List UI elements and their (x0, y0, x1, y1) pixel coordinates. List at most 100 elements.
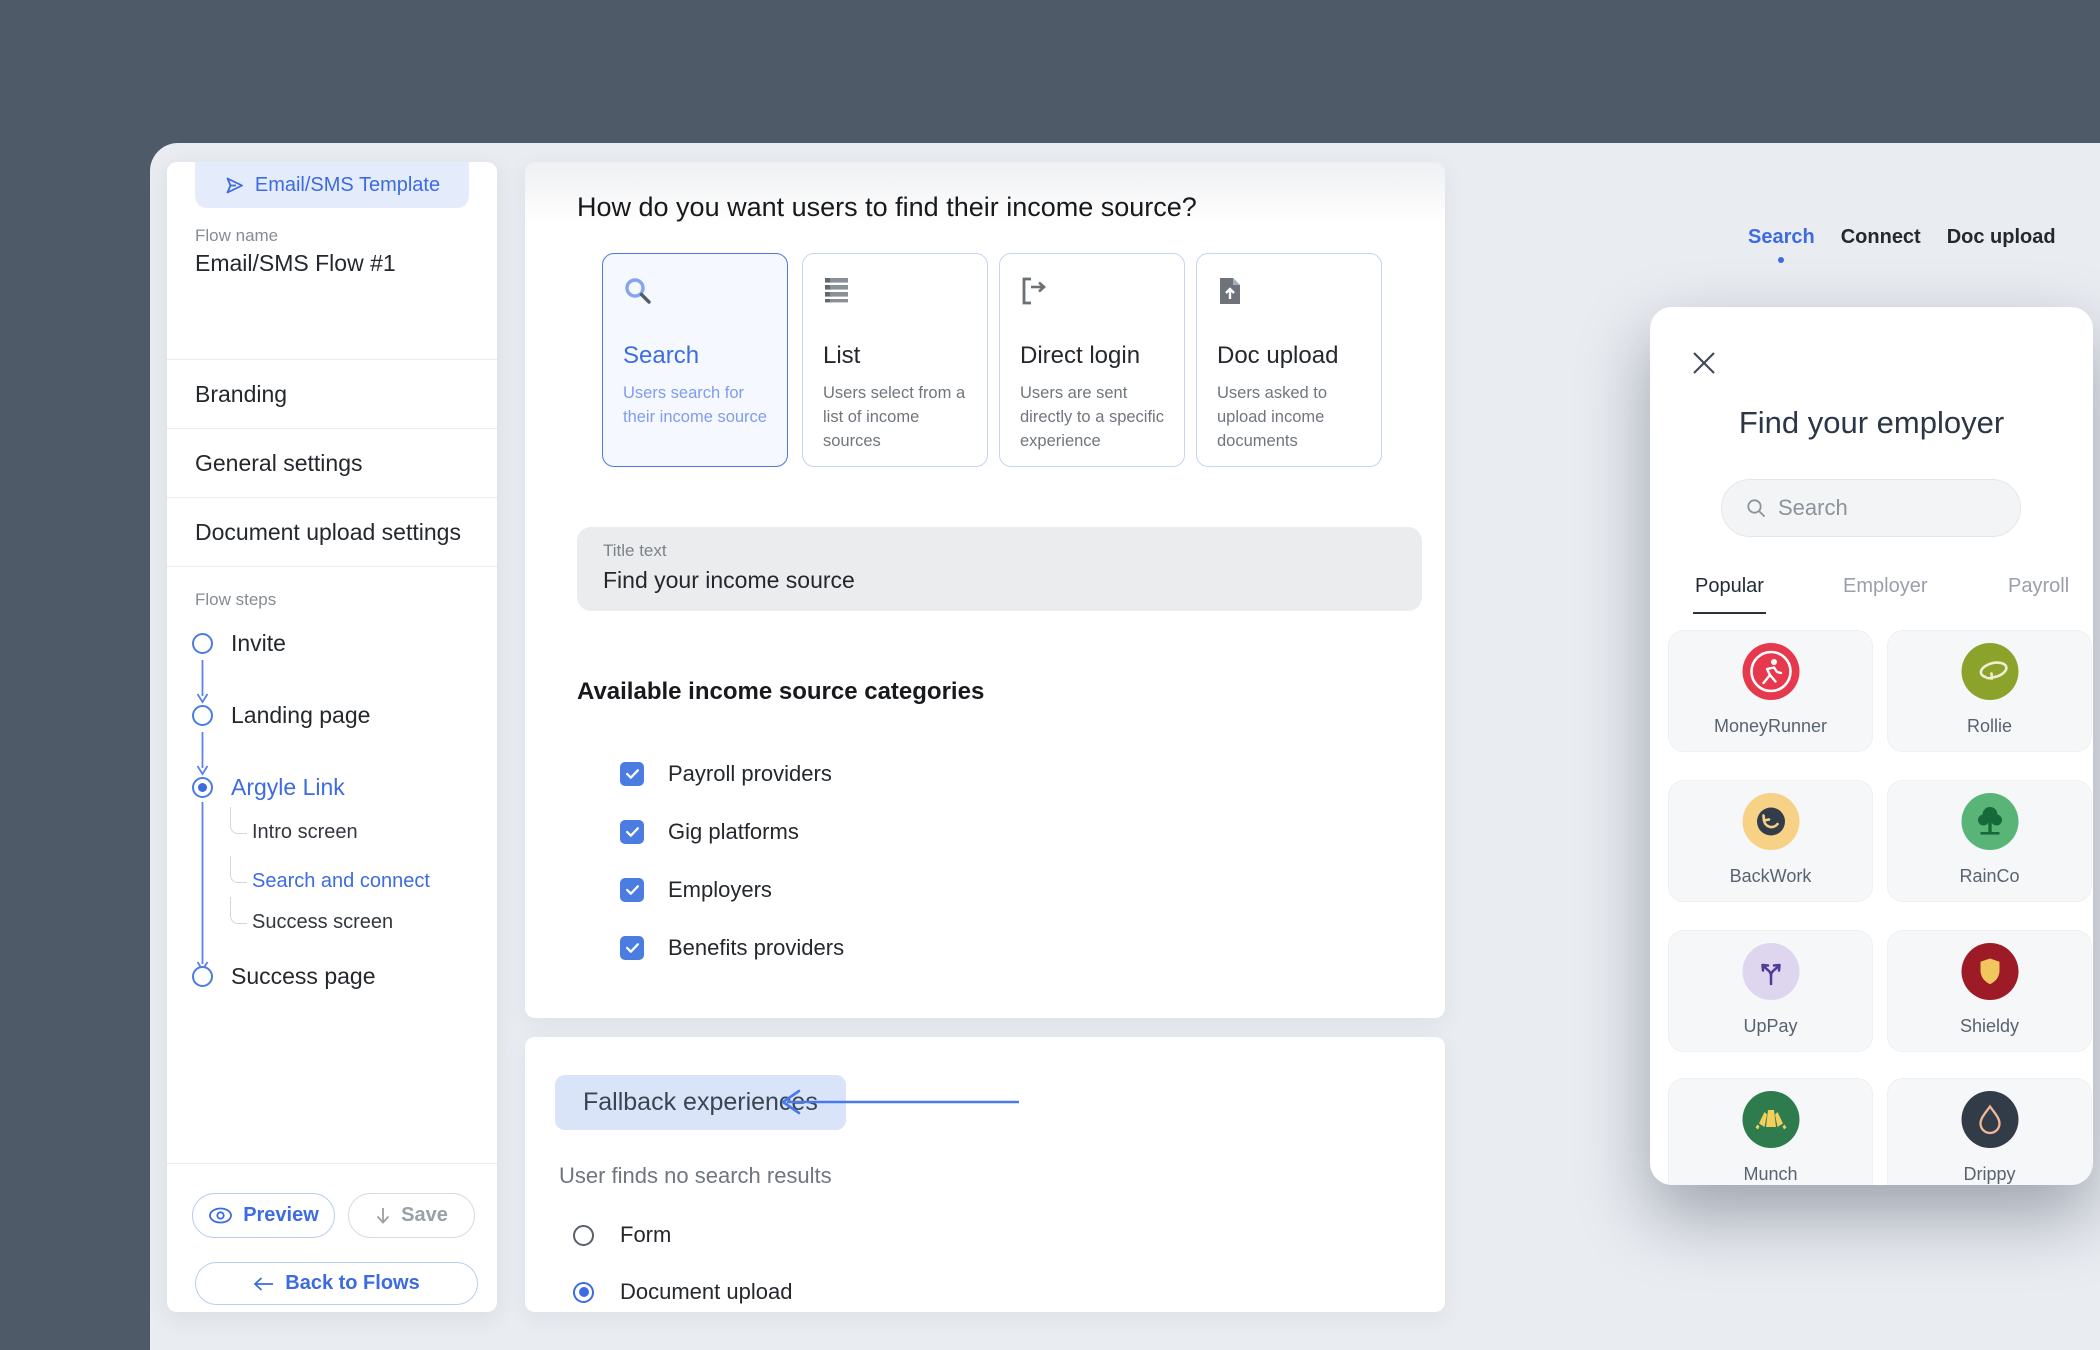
checkbox-payroll-providers[interactable]: Payroll providers (620, 761, 832, 787)
checkbox-employers[interactable]: Employers (620, 877, 772, 903)
radio-unselected-icon (573, 1224, 594, 1246)
template-button-label: Email/SMS Template (254, 173, 441, 196)
flow-arrow-icon (196, 732, 209, 776)
panel-tab-popular[interactable]: Popular (1693, 575, 1766, 614)
send-icon (226, 177, 243, 193)
tab-search[interactable]: Search (1748, 226, 1815, 249)
fallback-card: Fallback experiences User finds no searc… (525, 1037, 1445, 1312)
menu-label: Branding (195, 380, 288, 407)
email-sms-template-button[interactable]: Email/SMS Template (195, 162, 469, 208)
option-card-doc-upload[interactable]: Doc upload Users asked to upload income … (1196, 253, 1382, 467)
checkbox-label: Payroll providers (668, 761, 832, 786)
checkbox-checked-icon (620, 936, 644, 960)
flow-step-success-page[interactable]: Success page (192, 963, 375, 990)
step-circle-icon (192, 966, 213, 987)
employer-name: BackWork (1729, 866, 1812, 886)
employer-tile-rollie[interactable]: Rollie (1887, 630, 2092, 752)
rollie-logo-icon (1961, 643, 2018, 700)
employer-tile-rainco[interactable]: RainCo (1887, 780, 2092, 902)
panel-title: Find your employer (1738, 405, 2005, 440)
flow-step-landing-page[interactable]: Landing page (192, 702, 370, 729)
option-card-direct-login[interactable]: Direct login Users are sent directly to … (999, 253, 1185, 467)
search-icon (1747, 499, 1765, 517)
doc-upload-icon (1220, 278, 1240, 304)
step-radio-selected-icon (192, 777, 213, 798)
step-label: Argyle Link (231, 774, 345, 800)
search-icon (625, 278, 651, 304)
flow-step-argyle-link[interactable]: Argyle Link (192, 774, 345, 801)
flow-name-value: Email/SMS Flow #1 (195, 250, 396, 276)
fallback-subtitle: User finds no search results (559, 1163, 832, 1188)
tab-doc-upload[interactable]: Doc upload (1947, 226, 2056, 249)
step-circle-icon (192, 705, 213, 726)
sidebar: Email/SMS Template Flow name Email/SMS F… (167, 162, 497, 1312)
divider (167, 1163, 497, 1164)
checkbox-benefits-providers[interactable]: Benefits providers (620, 935, 844, 961)
option-description: Users are sent directly to a specific ex… (1020, 384, 1164, 450)
employer-tile-shieldy[interactable]: Shieldy (1887, 930, 2092, 1052)
option-card-list[interactable]: List Users select from a list of income … (802, 253, 988, 467)
app-window: Email/SMS Template Flow name Email/SMS F… (150, 143, 2100, 1350)
title-text-value: Find your income source (603, 567, 855, 593)
employer-name: RainCo (1959, 866, 2020, 886)
employer-search-input[interactable]: Search (1721, 479, 2021, 537)
step-label: Invite (231, 630, 286, 656)
panel-tab-payroll[interactable]: Payroll (2008, 575, 2069, 598)
substep-intro-screen[interactable]: Intro screen (230, 807, 358, 844)
employer-tile-munch[interactable]: Munch (1668, 1078, 1873, 1185)
checkbox-gig-platforms[interactable]: Gig platforms (620, 819, 799, 845)
categories-heading: Available income source categories (577, 678, 985, 705)
list-icon (825, 278, 848, 303)
option-title: Search (623, 342, 700, 369)
eye-icon (209, 1207, 233, 1224)
flow-steps-label: Flow steps (195, 590, 277, 609)
menu-label: Document upload settings (195, 518, 461, 545)
title-text-field[interactable]: Title text Find your income source (577, 527, 1422, 611)
divider (167, 566, 497, 567)
radio-form[interactable]: Form (573, 1222, 671, 1248)
sidebar-item-document-upload-settings[interactable]: Document upload settings (167, 498, 497, 566)
checkbox-checked-icon (620, 820, 644, 844)
substep-label: Search and connect (252, 870, 430, 892)
download-arrow-icon (376, 1207, 390, 1224)
flow-step-invite[interactable]: Invite (192, 630, 286, 657)
employer-tile-backwork[interactable]: BackWork (1668, 780, 1873, 902)
tab-connect[interactable]: Connect (1841, 226, 1921, 249)
arrow-left-icon (253, 1276, 274, 1291)
sidebar-item-general-settings[interactable]: General settings (167, 429, 497, 497)
employer-search-panel: Find your employer Search Popular Employ… (1650, 307, 2093, 1185)
annotation-arrow-icon (781, 1089, 1019, 1115)
substep-label: Intro screen (252, 821, 358, 843)
option-description: Users search for their income source (623, 384, 767, 426)
search-placeholder: Search (1778, 495, 1848, 520)
employer-tile-uppay[interactable]: UpPay (1668, 930, 1873, 1052)
save-button-label: Save (401, 1204, 448, 1226)
radio-selected-icon (573, 1281, 594, 1303)
substep-success-screen[interactable]: Success screen (229, 897, 393, 934)
radio-document-upload[interactable]: Document upload (573, 1279, 792, 1305)
step-label: Success page (231, 963, 376, 989)
back-to-flows-button[interactable]: Back to Flows (195, 1262, 478, 1305)
step-circle-icon (192, 633, 213, 654)
preview-tabs: Search Connect Doc upload (1748, 226, 2056, 249)
substep-search-and-connect[interactable]: Search and connect (230, 856, 430, 893)
employer-name: UpPay (1743, 1016, 1798, 1036)
preview-button-label: Preview (243, 1204, 319, 1226)
flow-name-label: Flow name (195, 226, 279, 245)
employer-name: Munch (1743, 1164, 1798, 1184)
save-button[interactable]: Save (348, 1193, 475, 1238)
question-heading: How do you want users to find their inco… (577, 192, 1197, 222)
option-card-search[interactable]: Search Users search for their income sou… (602, 253, 788, 467)
panel-tab-employer[interactable]: Employer (1843, 575, 1927, 598)
employer-tile-drippy[interactable]: Drippy (1887, 1078, 2092, 1185)
close-icon[interactable] (1690, 349, 1718, 377)
sidebar-item-branding[interactable]: Branding (167, 360, 497, 428)
employer-name: Drippy (1963, 1164, 2016, 1184)
preview-button[interactable]: Preview (192, 1193, 335, 1238)
option-description: Users select from a list of income sourc… (823, 384, 966, 450)
step-label: Landing page (231, 702, 371, 728)
employer-tile-moneyrunner[interactable]: MoneyRunner (1668, 630, 1873, 752)
checkbox-label: Employers (668, 877, 772, 902)
option-title: Doc upload (1217, 342, 1339, 369)
rainco-logo-icon (1961, 793, 2018, 850)
